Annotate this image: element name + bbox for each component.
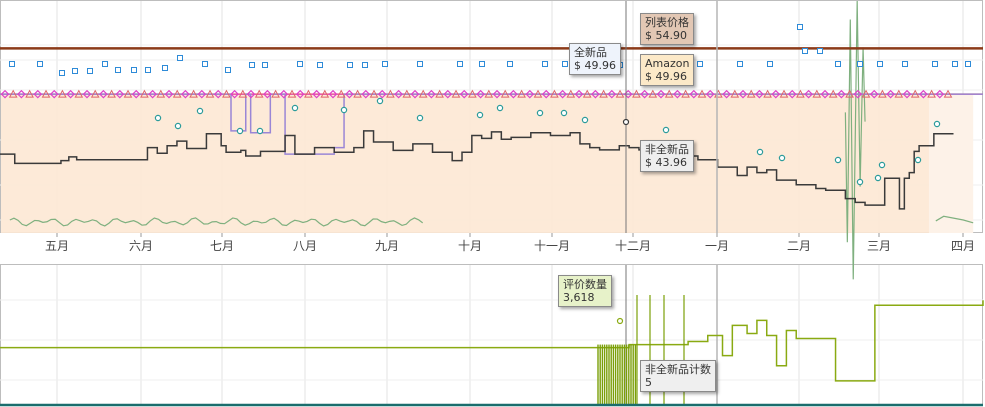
new-offer-square-8	[145, 67, 151, 73]
tooltip-new-price: 全新品 $ 49.96	[569, 43, 621, 75]
new-offer-square-22	[479, 61, 485, 67]
tooltip-used-label: 非全新品	[645, 143, 689, 156]
x-tick-label-7: 十二月	[615, 239, 651, 253]
new-offer-square-5	[102, 61, 108, 67]
tooltip-review-count: 评价数量 3,618	[558, 275, 612, 307]
bottom-panel-frame	[0, 264, 983, 406]
x-tick-label-1: 六月	[129, 239, 153, 253]
new-offer-square-6	[115, 67, 121, 73]
new-offer-square-31	[797, 24, 803, 30]
new-offer-square-29	[737, 61, 743, 67]
new-offer-square-0	[9, 61, 15, 67]
used-offer-circle-8	[416, 114, 424, 122]
x-tick-label-8: 一月	[705, 239, 729, 253]
x-tick-label-0: 五月	[45, 239, 69, 253]
used-offer-circle-19	[874, 174, 882, 182]
tooltip-amazon-label: Amazon	[645, 57, 690, 70]
tooltip-used-price: 非全新品 $ 43.96	[640, 140, 694, 172]
used-offer-circle-14	[662, 126, 670, 134]
new-offer-square-21	[457, 61, 463, 67]
used-offer-circle-18	[856, 178, 864, 186]
used-offer-circle-0	[154, 114, 162, 122]
tooltip-used-count-label: 非全新品计数	[645, 363, 711, 376]
tooltip-list-price-label: 列表价格	[645, 16, 689, 29]
x-tick-label-6: 十一月	[534, 239, 570, 253]
new-offer-square-18	[362, 62, 368, 68]
new-offer-square-17	[347, 62, 353, 68]
used-offer-circle-10	[496, 104, 504, 112]
used-offer-circle-16	[778, 154, 786, 162]
used-cursor-dot	[622, 118, 630, 126]
new-offer-square-36	[877, 61, 883, 67]
new-offer-square-4	[87, 68, 93, 74]
tooltip-review-label: 评价数量	[563, 278, 607, 291]
new-offer-square-14	[262, 62, 268, 68]
used-offer-circle-1	[174, 122, 182, 130]
used-offer-circle-22	[933, 120, 941, 128]
new-offer-square-32	[802, 48, 808, 54]
used-offer-circle-13	[581, 116, 589, 124]
tooltip-list-price-value: $ 54.90	[645, 29, 687, 42]
x-tick-label-4: 九月	[375, 239, 399, 253]
new-offer-square-7	[131, 67, 137, 73]
new-offer-square-11	[202, 61, 208, 67]
new-offer-square-1	[37, 61, 43, 67]
price-history-chart[interactable]: 五月 六月 七月 八月 九月 十月 十一月 十二月 一月 二月 三月 四月	[0, 0, 985, 407]
new-offer-square-25	[562, 61, 568, 67]
new-offer-square-3	[72, 68, 78, 74]
new-offer-square-24	[542, 61, 548, 67]
new-offer-square-35	[857, 61, 863, 67]
tooltip-new-value: $ 49.96	[574, 59, 616, 72]
new-offer-square-16	[317, 62, 323, 68]
tooltip-used-count: 非全新品计数 5	[640, 360, 716, 392]
review-cursor-dot	[616, 317, 624, 325]
used-offer-circle-6	[340, 106, 348, 114]
used-offer-circle-4	[256, 127, 264, 135]
tooltip-amazon-value: $ 49.96	[645, 70, 687, 83]
new-offer-square-37	[902, 61, 908, 67]
used-offer-circle-12	[560, 109, 568, 117]
x-tick-label-3: 八月	[293, 239, 317, 253]
x-tick-label-11: 四月	[951, 239, 975, 253]
x-axis-ticks: 五月 六月 七月 八月 九月 十月 十一月 十二月 一月 二月 三月 四月	[45, 233, 975, 253]
used-offer-circle-5	[291, 104, 299, 112]
tooltip-review-value: 3,618	[563, 291, 595, 304]
new-offer-square-23	[507, 61, 513, 67]
new-offer-square-30	[767, 61, 773, 67]
x-tick-label-2: 七月	[210, 239, 234, 253]
used-offer-circle-7	[376, 97, 384, 105]
x-tick-label-10: 三月	[867, 239, 891, 253]
new-offer-square-34	[835, 61, 841, 67]
tooltip-list-price: 列表价格 $ 54.90	[640, 13, 694, 45]
new-offer-square-9	[162, 65, 168, 71]
price-area-fill	[1, 94, 950, 233]
used-offer-circle-11	[536, 109, 544, 117]
x-tick-label-5: 十月	[458, 239, 482, 253]
new-offer-square-33	[817, 48, 823, 54]
new-offer-square-38	[932, 61, 938, 67]
new-offer-square-13	[249, 62, 255, 68]
new-offer-square-39	[952, 61, 958, 67]
used-offer-circle-20	[878, 161, 886, 169]
new-offer-square-12	[225, 67, 231, 73]
tooltip-new-label: 全新品	[574, 46, 607, 59]
tooltip-used-count-value: 5	[645, 376, 652, 389]
x-tick-label-9: 二月	[787, 239, 811, 253]
used-offer-circle-9	[476, 111, 484, 119]
tooltip-amazon-price: Amazon $ 49.96	[640, 54, 695, 86]
used-offer-circle-15	[756, 148, 764, 156]
price-area-fill-tail	[928, 94, 974, 233]
new-offer-square-20	[417, 61, 423, 67]
new-offer-square-28	[697, 61, 703, 67]
new-offer-square-19	[382, 61, 388, 67]
new-offer-square-40	[965, 61, 971, 67]
new-offer-square-2	[59, 70, 65, 76]
new-offer-square-10	[177, 55, 183, 61]
used-offer-circle-21	[914, 156, 922, 164]
new-offer-square-15	[297, 61, 303, 67]
used-offer-circle-3	[236, 127, 244, 135]
tooltip-used-value: $ 43.96	[645, 156, 687, 169]
used-offer-circle-17	[834, 156, 842, 164]
used-offer-circle-2	[196, 107, 204, 115]
